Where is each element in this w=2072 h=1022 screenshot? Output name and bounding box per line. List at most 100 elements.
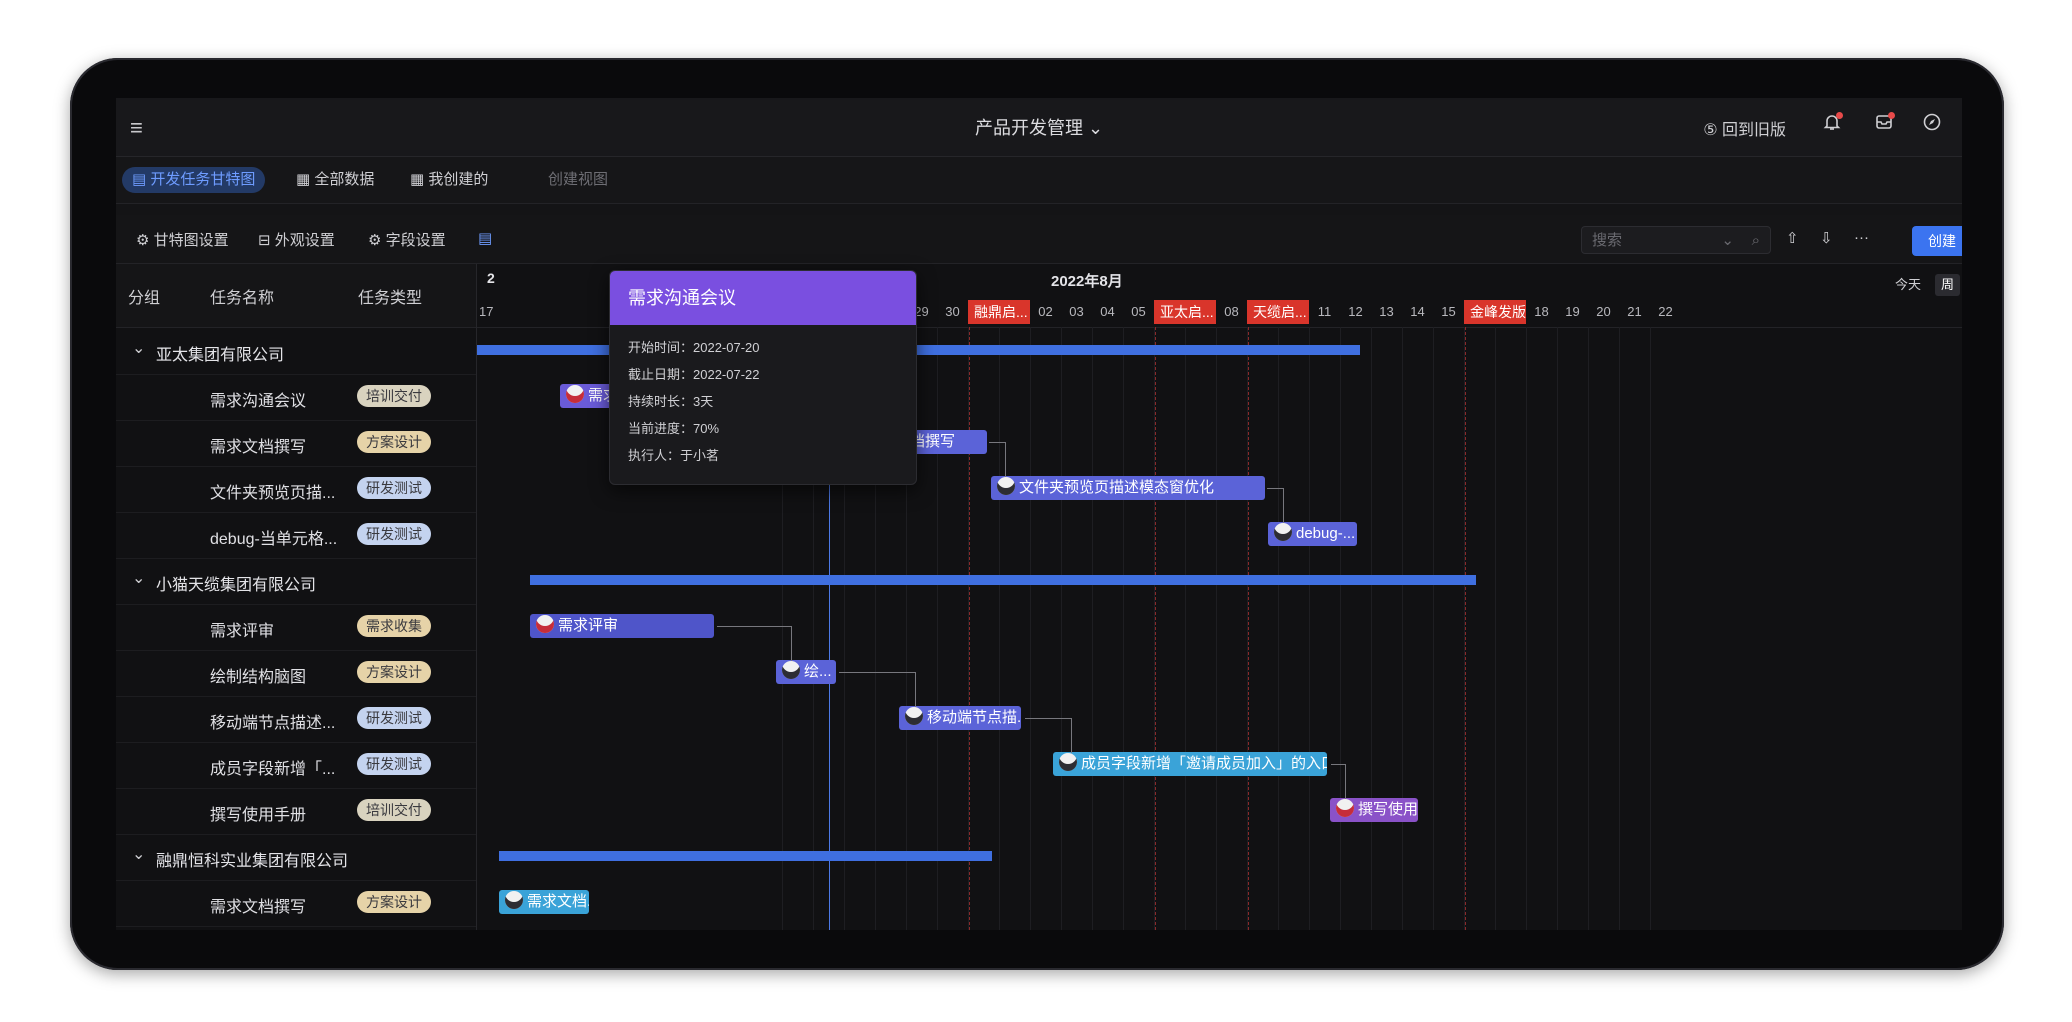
scale-week[interactable]: 周	[1935, 274, 1961, 296]
create-button[interactable]: 创建	[1912, 226, 1962, 256]
column-group[interactable]: 分组	[128, 284, 160, 308]
grid-line	[1619, 327, 1620, 930]
day-label: 14	[1410, 304, 1425, 319]
grid-line	[1340, 327, 1341, 930]
milestone-line	[1248, 327, 1249, 930]
task-name: 需求文档撰写	[210, 899, 307, 916]
task-type-tag: 研发测试	[357, 753, 431, 775]
task-tooltip: 需求沟通会议 开始时间：2022-07-20 截止日期：2022-07-22 持…	[609, 270, 917, 485]
grid-line	[1216, 327, 1217, 930]
grid-line	[1526, 327, 1527, 930]
task-bar-label: 文件夹预览页描述模态窗优化	[1019, 479, 1215, 496]
field-settings-button[interactable]: ⚙ 字段设置	[368, 229, 446, 250]
year-edge-label: 2	[487, 270, 495, 286]
milestone-flag[interactable]: 融鼎启...	[968, 300, 1030, 324]
grid-line	[1495, 327, 1496, 930]
task-bar[interactable]: 文件夹预览页描述模态窗优化	[991, 476, 1265, 500]
collapse-chevron-icon[interactable]: ⌄	[132, 568, 145, 588]
table-row[interactable]: 移动端节点描述... 研发测试	[116, 696, 476, 743]
task-bar[interactable]: 成员字段新增「邀请成员加入」的入口	[1053, 752, 1327, 776]
task-bar[interactable]: 移动端节点描...	[899, 706, 1021, 730]
avatar	[1336, 799, 1354, 818]
task-bar[interactable]: 需求评审	[530, 614, 714, 638]
group-row[interactable]: ⌄ 亚太集团有限公司	[116, 328, 476, 375]
day-edge-label: 17	[479, 304, 494, 319]
task-type-tag: 培训交付	[357, 799, 431, 821]
task-bar[interactable]: 需求文档...	[499, 890, 589, 914]
milestone-line	[1155, 327, 1156, 930]
day-label: 08	[1224, 304, 1239, 319]
scale-today[interactable]: 今天	[1889, 274, 1927, 296]
task-bar-label: 撰写使用...	[1358, 801, 1418, 818]
calendar-icon[interactable]: ▤	[478, 229, 492, 247]
settings-icon: ⚙	[368, 232, 386, 249]
gear-icon: ⚙	[136, 232, 154, 249]
tooltip-start: 开始时间：2022-07-20	[628, 340, 760, 355]
milestone-flag[interactable]: 金峰发版	[1464, 300, 1526, 324]
group-row[interactable]: ⌄ 小猫天缆集团有限公司	[116, 558, 476, 605]
grid-line	[1092, 327, 1093, 930]
day-label: 22	[1658, 304, 1673, 319]
group-summary-bar	[530, 575, 1476, 585]
task-name: 需求评审	[210, 623, 275, 640]
search-input[interactable]: 搜索 ⌄ ⌕	[1581, 226, 1771, 254]
collapse-chevron-icon[interactable]: ⌄	[132, 844, 145, 864]
compass-icon[interactable]	[1922, 112, 1942, 138]
table-row[interactable]: 需求沟通会议 培训交付	[116, 374, 476, 421]
table-row[interactable]: 需求文档撰写 方案设计	[116, 420, 476, 467]
tab-create-view[interactable]: 创建视图	[542, 167, 614, 193]
download-icon[interactable]: ⇩	[1820, 229, 1833, 247]
day-label: 02	[1038, 304, 1053, 319]
grid-line	[1371, 327, 1372, 930]
task-name: 绘制结构脑图	[210, 669, 307, 686]
day-label: 12	[1348, 304, 1363, 319]
milestone-flag[interactable]: 亚太启...	[1154, 300, 1216, 324]
column-task-type[interactable]: 任务类型	[358, 284, 422, 308]
task-type-tag: 研发测试	[357, 707, 431, 729]
task-bar[interactable]: debug-...	[1268, 522, 1357, 546]
upload-icon[interactable]: ⇧	[1786, 229, 1799, 247]
more-button[interactable]: ···	[1854, 229, 1869, 246]
tab-my-created[interactable]: ▦ 我创建的	[404, 167, 494, 193]
gantt-view-icon: ▤	[132, 171, 151, 188]
day-label: 21	[1627, 304, 1642, 319]
grid-line	[1185, 327, 1186, 930]
grid-line	[1123, 327, 1124, 930]
table-row[interactable]: debug-当单元格... 研发测试	[116, 512, 476, 559]
task-bar-label: 成员字段新增「邀请成员加入」的入口	[1081, 755, 1327, 772]
search-icon[interactable]: ⌕	[1752, 227, 1760, 255]
task-bar-label: debug-...	[1296, 525, 1356, 542]
avatar	[536, 615, 554, 634]
grid-line	[1309, 327, 1310, 930]
project-title[interactable]: 产品开发管理 ⌄	[116, 114, 1962, 140]
milestone-flag[interactable]: 天缆启...	[1247, 300, 1309, 324]
table-icon: ▦	[410, 171, 429, 188]
table-row[interactable]: 需求文档撰写 方案设计	[116, 880, 476, 927]
table-row[interactable]: 绘制结构脑图 方案设计	[116, 650, 476, 697]
table-row[interactable]: 需求评审 需求收集	[116, 604, 476, 651]
group-row[interactable]: ⌄ 融鼎恒科实业集团有限公司	[116, 834, 476, 881]
collapse-chevron-icon[interactable]: ⌄	[132, 338, 145, 358]
task-type-tag: 研发测试	[357, 523, 431, 545]
day-label: 13	[1379, 304, 1394, 319]
table-row[interactable]: 撰写使用手册 培训交付	[116, 788, 476, 835]
avatar	[905, 707, 923, 726]
table-row[interactable]: 文件夹预览页描... 研发测试	[116, 466, 476, 513]
back-to-old-version-link[interactable]: ⑤ 回到旧版	[1703, 116, 1786, 140]
tab-gantt-view[interactable]: ▤ 开发任务甘特图	[122, 167, 266, 193]
month-label: 2022年8月	[1051, 273, 1123, 290]
day-label: 30	[945, 304, 960, 319]
task-bar[interactable]: 撰写使用...	[1330, 798, 1418, 822]
table-row[interactable]: 成员字段新增「... 研发测试	[116, 742, 476, 789]
appearance-settings-button[interactable]: ⊟ 外观设置	[258, 229, 335, 250]
dependency-connector	[717, 626, 792, 661]
chevron-down-icon[interactable]: ⌄	[1721, 227, 1734, 255]
milestone-line	[969, 327, 970, 930]
task-name: debug-当单元格...	[210, 531, 338, 548]
task-name: 撰写使用手册	[210, 807, 307, 824]
gantt-settings-button[interactable]: ⚙ 甘特图设置	[136, 229, 229, 250]
task-bar[interactable]: 绘...	[776, 660, 836, 684]
tab-all-data[interactable]: ▦ 全部数据	[290, 167, 380, 193]
task-name: 需求文档撰写	[210, 439, 307, 456]
column-task-name[interactable]: 任务名称	[210, 284, 274, 308]
